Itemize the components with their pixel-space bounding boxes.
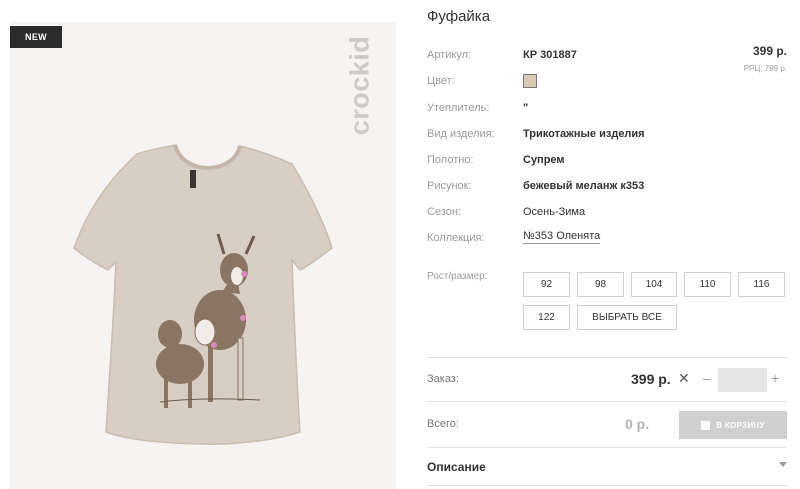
quantity-input[interactable]: [718, 368, 767, 392]
attr-value: КР 301887: [523, 49, 577, 61]
order-label: Заказ:: [427, 373, 459, 385]
add-to-cart-button[interactable]: В КОРЗИНУ: [679, 411, 787, 439]
attr-label: Утеплитель:: [427, 102, 490, 114]
divider: [427, 447, 787, 448]
attr-value: бежевый меланж к353: [523, 180, 645, 192]
attr-value: Супрем: [523, 154, 565, 166]
new-badge: NEW: [10, 26, 62, 48]
size-button-98[interactable]: 98: [577, 272, 624, 297]
attr-color: Цвет:: [427, 72, 787, 90]
attr-value: ": [523, 102, 529, 114]
attr-pattern: Рисунок: бежевый меланж к353: [427, 177, 787, 195]
brand-logo: crockid: [344, 35, 375, 135]
attr-fabric: Полотно: Супрем: [427, 151, 787, 169]
attr-insulation: Утеплитель: ": [427, 99, 787, 117]
plus-icon[interactable]: +: [771, 370, 779, 386]
divider: [427, 357, 787, 358]
select-all-button[interactable]: ВЫБРАТЬ ВСЕ: [577, 305, 677, 330]
divider: [427, 485, 787, 486]
divider: [427, 401, 787, 402]
size-button-110[interactable]: 110: [684, 272, 731, 297]
size-label: Рост/размер:: [427, 271, 488, 282]
size-button-116[interactable]: 116: [738, 272, 785, 297]
collection-link[interactable]: №353 Оленята: [523, 229, 601, 244]
description-toggle[interactable]: Описание: [427, 460, 486, 474]
attr-label: Коллекция:: [427, 232, 485, 244]
attr-label: Артикул:: [427, 49, 472, 61]
attr-article: Артикул: КР 301887: [427, 46, 787, 64]
product-title: Фуфайка: [427, 8, 491, 25]
attr-label: Рисунок:: [427, 180, 472, 192]
size-button-104[interactable]: 104: [631, 272, 677, 297]
attr-season: Сезон: Осень-Зима: [427, 203, 787, 221]
total-value: 0 р.: [625, 416, 650, 432]
size-button-122[interactable]: 122: [523, 305, 570, 330]
minus-icon[interactable]: –: [703, 370, 711, 386]
chevron-down-icon[interactable]: [779, 462, 787, 467]
total-label: Всего:: [427, 418, 459, 430]
add-to-cart-label: В КОРЗИНУ: [716, 420, 765, 430]
color-swatch[interactable]: [523, 74, 537, 88]
attr-label: Полотно:: [427, 154, 474, 166]
attr-value: Трикотажные изделия: [523, 128, 645, 140]
attr-label: Цвет:: [427, 75, 455, 87]
attr-label: Вид изделия:: [427, 128, 495, 140]
attr-label: Сезон:: [427, 206, 461, 218]
cart-icon: [701, 420, 711, 430]
multiply-icon: ✕: [678, 370, 690, 386]
order-price: 399 р.: [631, 371, 671, 387]
attr-product-type: Вид изделия: Трикотажные изделия: [427, 125, 787, 143]
attr-collection: Коллекция: №353 Оленята: [427, 229, 787, 247]
attr-value: Осень-Зима: [523, 206, 586, 218]
size-button-92[interactable]: 92: [523, 272, 570, 297]
